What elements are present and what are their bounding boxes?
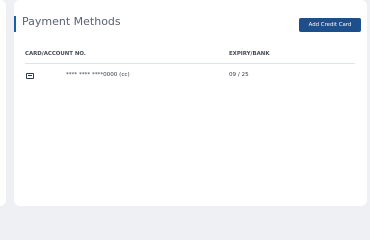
credit-card-icon: [26, 73, 34, 79]
header-divider: [25, 63, 355, 64]
title-accent-bar: [14, 16, 16, 32]
payment-methods-card: Payment Methods Add Credit Card CARD/ACC…: [14, 0, 367, 206]
left-panel-edge: [0, 0, 6, 206]
add-credit-card-button[interactable]: Add Credit Card: [299, 18, 361, 32]
expiry-date: 09 / 25: [229, 72, 249, 78]
column-header-card: CARD/ACCOUNT NO.: [25, 51, 86, 57]
card-number: **** **** ****0000 (cc): [66, 72, 130, 78]
page-title: Payment Methods: [22, 15, 121, 28]
column-header-expiry: EXPIRY/BANK: [229, 51, 270, 57]
